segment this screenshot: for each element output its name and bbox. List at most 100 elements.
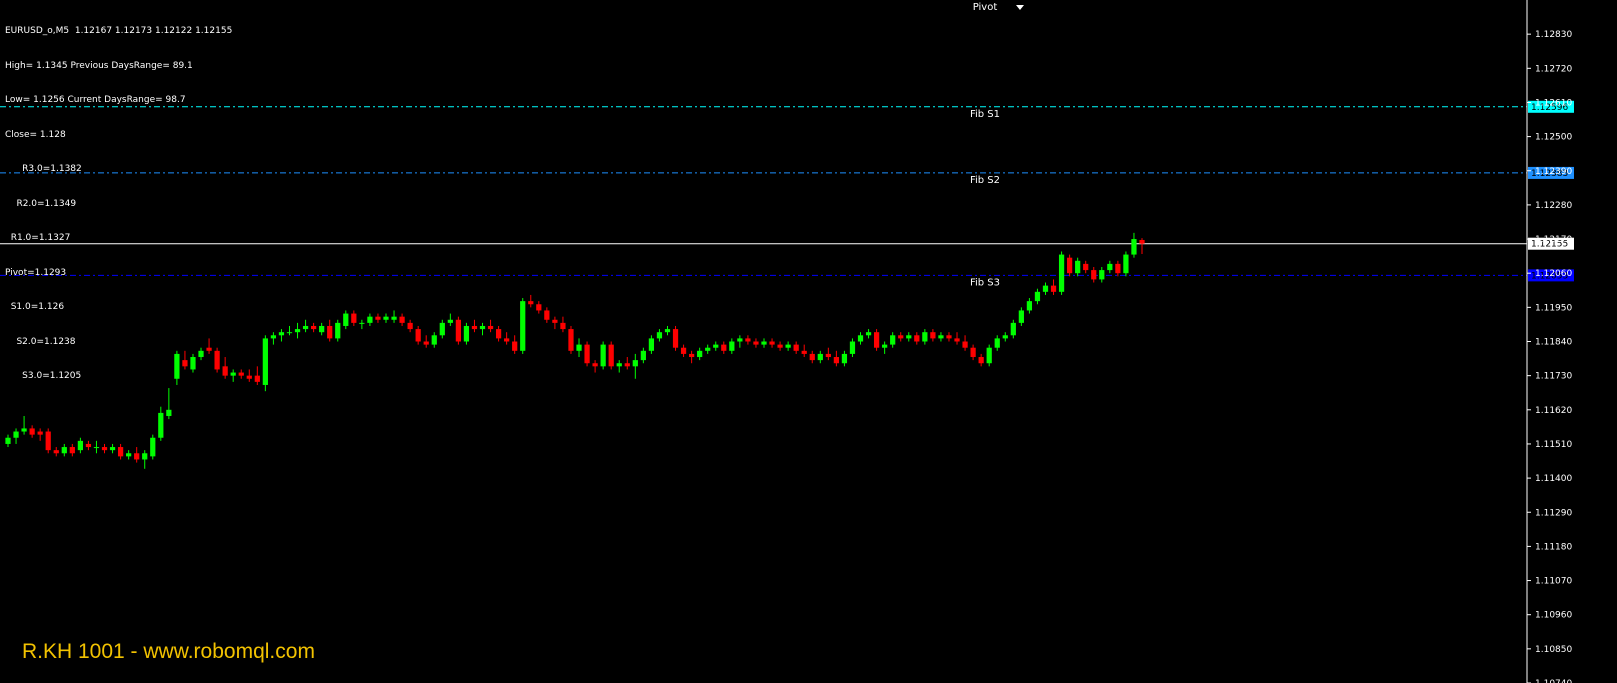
candle [254,366,260,385]
candle [262,335,268,392]
candle [632,353,638,379]
candle-body [270,335,277,339]
axis-tick-label: 1.11290 [1535,508,1572,518]
candle [769,338,775,348]
axis-tick-label: 1.12170 [1535,235,1572,245]
info-line: R3.0=1.1382 [5,164,82,174]
axis-tick-label: 1.11180 [1535,542,1572,552]
candle-body [1018,310,1024,323]
candle [624,357,630,370]
axis-tick-label: 1.11400 [1535,474,1572,484]
candle [238,369,244,379]
candle [1139,238,1145,254]
candle-body [1058,254,1065,292]
candle-body [938,335,944,339]
candle [479,322,486,336]
candle [415,325,421,345]
axis-tick-label: 1.11950 [1535,303,1572,313]
candle [1034,288,1041,305]
candle [841,350,848,367]
candle [391,310,397,323]
candle [1075,257,1081,277]
candle [439,319,445,339]
candle-body [1026,301,1033,311]
candle [294,322,301,339]
candle [85,440,92,451]
candle [471,319,478,333]
candle-body [126,453,132,457]
candle-body [962,341,968,348]
candle-body [367,316,373,323]
candle-body [922,332,928,342]
candle-body [785,344,791,348]
candle-body [600,344,606,367]
candle-body [520,301,526,351]
candle [1115,260,1121,277]
candle [77,437,83,454]
candle-body [13,431,19,438]
candle [600,341,606,370]
candle-body [825,353,831,358]
candle-body [544,310,550,320]
candle [938,332,944,342]
candle [343,310,349,330]
candle-body [479,325,486,330]
candle [1067,254,1073,277]
candle [101,443,108,454]
candle [359,319,365,330]
candle-body [142,453,148,460]
candle-body [1010,322,1016,336]
candle-body [343,313,349,326]
candle-body [632,360,638,367]
candle-body [536,304,542,311]
candle [817,350,823,364]
level-label: Pivot [973,2,998,13]
candle-body [809,353,815,361]
candle [142,450,148,469]
candle [745,335,751,345]
candle-body [946,335,952,339]
candle-body [487,325,494,330]
candle-body [351,313,357,323]
candle [270,332,277,345]
candle [761,338,767,348]
candle-body [624,363,630,367]
candle-body [45,431,51,451]
candle [576,338,582,358]
candle-body [890,335,896,345]
candle-body [970,347,976,358]
candle [825,347,831,361]
chart-area[interactable]: Pivot Fib S1 1.12596 Fib S2 1.12383 Fib S3 1.1… [0,0,1617,683]
candle-body [134,453,140,460]
info-line: High= 1.1345 Previous DaysRange= 89.1 [5,60,193,71]
candle-body [495,329,502,339]
candle [246,369,252,382]
candle-body [262,338,268,385]
candle [335,319,341,342]
candle-body [817,353,823,361]
candle [528,294,534,308]
candle [616,360,622,373]
candle [134,447,140,463]
candle [512,335,518,354]
candle-body [383,316,389,320]
candle-body [166,409,172,417]
candle [705,344,711,354]
info-line: R2.0=1.1349 [5,198,77,209]
price-chart[interactable]: PivotFib S11.12596Fib S21.12383Fib S31.1… [0,0,1617,683]
axis-tick-label: 1.11730 [1535,372,1572,382]
candle [463,322,470,345]
candle-body [841,353,848,364]
candle-body [85,443,92,448]
candle-body [729,341,735,351]
candle-body [311,325,317,330]
candle-body [286,332,293,334]
candle [302,319,309,333]
candle-body [158,412,164,438]
candle [857,332,864,345]
candle [375,313,381,323]
info-line: S2.0=1.1238 [5,336,76,347]
candle [431,332,437,348]
candle-body [1123,254,1129,274]
candle-body [5,437,11,444]
